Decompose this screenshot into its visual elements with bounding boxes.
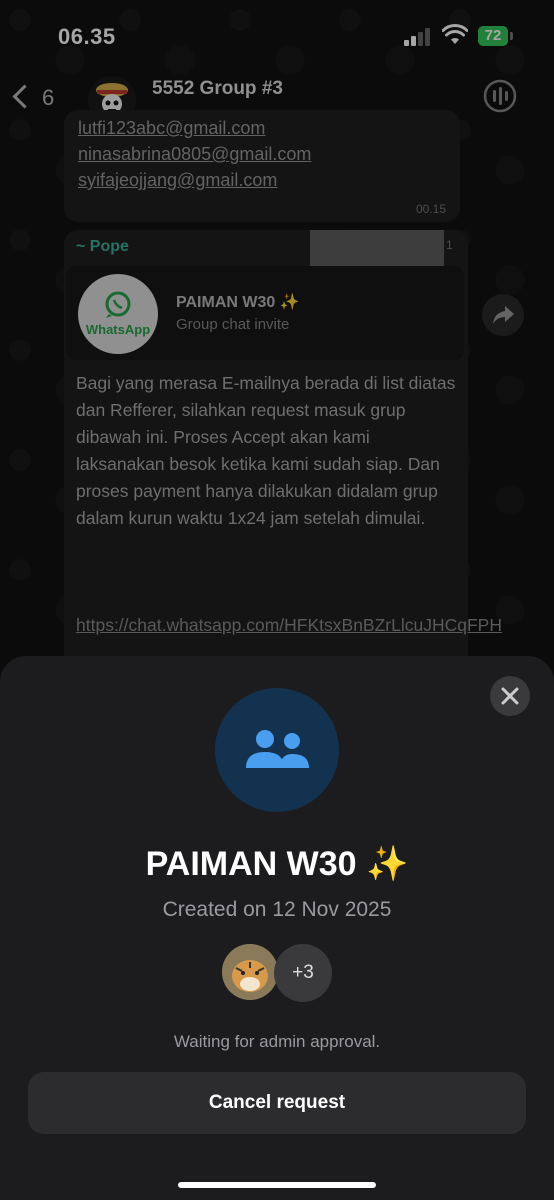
created-date: Created on 12 Nov 2025 [162, 898, 392, 921]
group-title: PAIMAN W30 ✨ [145, 845, 409, 883]
group-join-sheet: PAIMAN W30 ✨ Created on 12 Nov 2025 +3 W… [0, 656, 554, 1200]
group-people-icon [246, 730, 309, 768]
member-avatar[interactable] [222, 944, 278, 1000]
status-text: Waiting for admin approval. [173, 1032, 381, 1051]
close-button[interactable] [490, 676, 530, 716]
screen: 06.35 72 6 5552 Group #3 lutfi123abc@gma… [0, 0, 554, 1200]
home-indicator[interactable] [178, 1182, 376, 1188]
cancel-request-button[interactable]: Cancel request [28, 1072, 526, 1134]
close-icon [501, 687, 519, 705]
more-members-badge[interactable]: +3 [274, 944, 332, 1002]
group-avatar [215, 688, 339, 812]
